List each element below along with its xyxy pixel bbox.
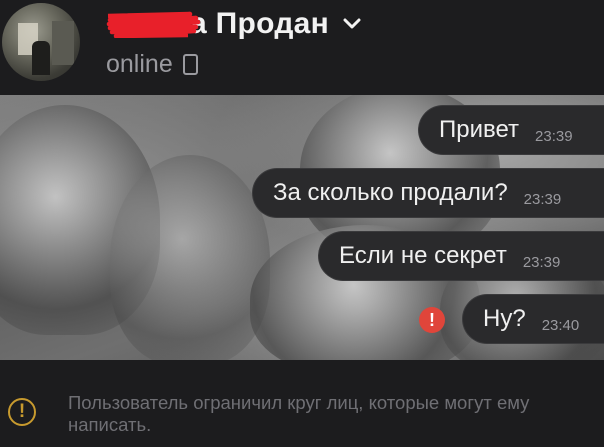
mobile-device-icon (182, 54, 198, 75)
message-time: 23:40 (541, 316, 580, 334)
message-text: Привет (439, 116, 520, 143)
name-redaction-scribble (104, 10, 202, 38)
status-row: online (106, 50, 198, 79)
warning-circle-icon: ! (8, 398, 36, 426)
contact-name-row[interactable]: а Продан (104, 4, 361, 44)
avatar-photo-part (52, 21, 74, 65)
message-time: 23:39 (522, 253, 561, 271)
message-text: Если не секрет (339, 242, 507, 269)
avatar[interactable] (2, 3, 80, 81)
restriction-notice: ! Пользователь ограничил круг лиц, котор… (0, 360, 604, 447)
wallpaper-tree (110, 155, 270, 360)
message-text: Ну? (483, 305, 526, 332)
message-bubble[interactable]: Привет 23:39 (418, 105, 604, 155)
message-bubble[interactable]: За сколько продали? 23:39 (252, 168, 604, 218)
message-time: 23:39 (535, 127, 573, 145)
restriction-notice-text: Пользователь ограничил круг лиц, которые… (68, 392, 530, 435)
avatar-photo-part (32, 41, 50, 75)
chevron-down-icon[interactable] (343, 18, 361, 30)
message-time: 23:39 (523, 190, 562, 208)
message-text: За сколько продали? (273, 179, 508, 206)
chat-header: а Продан online (0, 0, 604, 95)
message-bubble[interactable]: Если не секрет 23:39 (318, 231, 604, 281)
status-text: online (106, 50, 173, 78)
contact-name[interactable]: а Продан (190, 7, 329, 41)
chat-screen: а Продан online Привет 23:39 За сколько … (0, 0, 604, 447)
message-bubble[interactable]: Ну? 23:40 (462, 294, 604, 344)
message-failed-icon[interactable]: ! (419, 307, 445, 333)
message-list[interactable]: Привет 23:39 За сколько продали? 23:39 Е… (0, 95, 604, 360)
